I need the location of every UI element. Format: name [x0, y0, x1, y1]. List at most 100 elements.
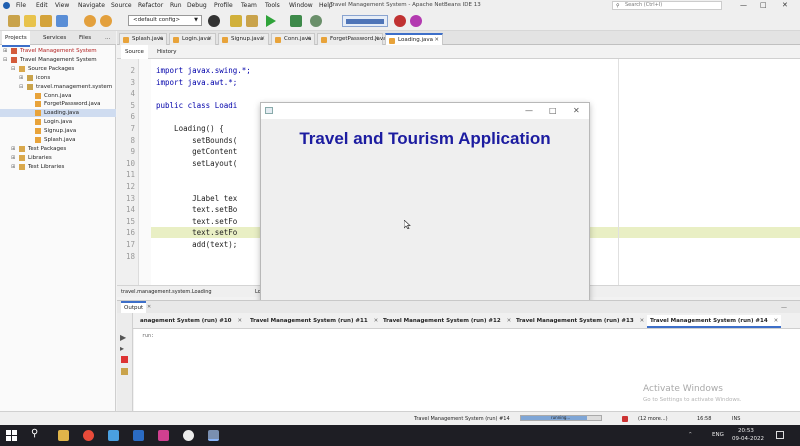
menu-team[interactable]: Team	[241, 0, 257, 11]
new-project-icon[interactable]	[8, 15, 20, 27]
save-all-icon[interactable]	[56, 15, 68, 27]
build-icon[interactable]	[230, 15, 242, 27]
tree-item[interactable]: Signup.java	[0, 127, 116, 135]
output-run-tab[interactable]: Travel Management System (run) #12 ✕	[380, 315, 514, 328]
tree-item[interactable]: ⊞ Test Libraries	[0, 163, 116, 171]
tree-item[interactable]: ⊟ Source Packages	[0, 65, 116, 73]
collapse-icon[interactable]: ⊟	[3, 56, 7, 64]
menu-tools[interactable]: Tools	[265, 0, 280, 11]
close-tab-icon[interactable]: ✕	[238, 318, 243, 324]
menu-window[interactable]: Window	[289, 0, 313, 11]
search-icon[interactable]: ⚲	[31, 428, 38, 439]
close-tab-icon[interactable]: ✕	[374, 34, 379, 45]
app-window-titlebar[interactable]: — □ ✕	[261, 103, 589, 119]
open-project-icon[interactable]	[40, 15, 52, 27]
app-icon[interactable]	[158, 430, 169, 441]
netbeans-taskbar-icon[interactable]	[208, 430, 219, 441]
config-select[interactable]: <default config> ▼	[128, 15, 202, 26]
expand-icon[interactable]: ⊞	[11, 163, 15, 171]
menu-refactor[interactable]: Refactor	[138, 0, 163, 11]
clean-build-icon[interactable]	[246, 15, 258, 27]
app-window[interactable]: — □ ✕ Travel and Tourism Application	[260, 102, 590, 307]
profile-icon[interactable]	[310, 15, 322, 27]
status-more-tasks[interactable]: (12 more...)	[638, 412, 668, 426]
source-tab[interactable]: Source	[121, 45, 148, 59]
tab-projects[interactable]: Projects	[2, 31, 30, 47]
tree-item[interactable]: Splash.java	[0, 136, 116, 144]
output-run-tab[interactable]: Travel Management System (run) #13 ✕	[513, 315, 647, 328]
app-icon[interactable]	[133, 430, 144, 441]
app-icon[interactable]	[108, 430, 119, 441]
tree-item[interactable]: ⊞ Travel Management System	[0, 47, 116, 55]
tab-output[interactable]: Output	[121, 301, 147, 313]
rerun-parameters-icon[interactable]: ▸	[120, 344, 124, 353]
collapse-icon[interactable]: ⊟	[19, 83, 23, 91]
windows-start-icon[interactable]	[6, 430, 17, 441]
collapse-icon[interactable]: ⊟	[11, 65, 15, 73]
menu-source[interactable]: Source	[111, 0, 132, 11]
stop-icon[interactable]	[121, 356, 128, 363]
expand-icon[interactable]: ⊞	[11, 145, 15, 153]
tree-item[interactable]: Login.java	[0, 118, 116, 126]
close-tab-icon[interactable]: ✕	[774, 318, 779, 324]
tree-item[interactable]: ForgetPassword.java	[0, 100, 116, 108]
tab-splash-java[interactable]: Splash.java ✕	[119, 33, 167, 45]
target-icon[interactable]	[208, 15, 220, 27]
tree-item[interactable]: Loading.java	[0, 109, 116, 118]
menu-view[interactable]: View	[55, 0, 69, 11]
maximize-icon[interactable]: □	[760, 0, 767, 11]
menu-run[interactable]: Run	[170, 0, 182, 11]
tab-signup-java[interactable]: Signup.java ✕	[218, 33, 269, 45]
close-tab-icon[interactable]: ✕	[507, 318, 512, 324]
language-indicator[interactable]: ENG	[712, 425, 724, 446]
memory-graph-icon[interactable]	[342, 15, 388, 27]
tab-forgetpassword-java[interactable]: ForgetPassword.java ✕	[317, 33, 387, 45]
close-tab-icon[interactable]: ✕	[640, 318, 645, 324]
tree-item[interactable]: ⊟ Travel Management System	[0, 56, 116, 64]
breadcrumb-class[interactable]: travel.management.system.Loading	[121, 286, 212, 298]
tab-loading-java[interactable]: Loading.java ✕	[385, 33, 443, 45]
pause-icon[interactable]	[410, 15, 422, 27]
undo-icon[interactable]	[84, 15, 96, 27]
menu-navigate[interactable]: Navigate	[78, 0, 105, 11]
status-task[interactable]: Travel Management System (run) #14	[414, 412, 510, 426]
close-tab-icon[interactable]: ✕	[158, 34, 163, 45]
tab-login-java[interactable]: Login.java ✕	[169, 33, 216, 45]
new-file-icon[interactable]	[24, 15, 36, 27]
close-tab-icon[interactable]: ✕	[207, 34, 212, 45]
tree-item[interactable]: Conn.java	[0, 92, 116, 100]
app-close-button[interactable]: ✕	[573, 104, 580, 118]
output-run-tab[interactable]: Travel Management System (run) #11 ✕	[247, 315, 381, 328]
app-maximize-button[interactable]: □	[549, 104, 557, 118]
tree-item[interactable]: ⊟ travel.management.system	[0, 83, 116, 91]
minimize-icon[interactable]: —	[740, 0, 747, 11]
tab-conn-java[interactable]: Conn.java ✕	[271, 33, 315, 45]
close-tab-icon[interactable]: ✕	[374, 318, 379, 324]
tab-files[interactable]: Files	[76, 31, 94, 45]
chrome-icon[interactable]	[83, 430, 94, 441]
file-explorer-icon[interactable]	[58, 430, 69, 441]
tree-item[interactable]: ⊞ icons	[0, 74, 116, 82]
menu-profile[interactable]: Profile	[214, 0, 233, 11]
rerun-icon[interactable]: ▶	[120, 333, 126, 342]
history-tab[interactable]: History	[153, 45, 181, 59]
menu-edit[interactable]: Edit	[36, 0, 48, 11]
expand-icon[interactable]: ⊞	[19, 74, 23, 82]
tray-chevron-icon[interactable]: ⌃	[688, 425, 693, 446]
settings-icon[interactable]	[121, 368, 128, 375]
expand-icon[interactable]: ⊞	[3, 47, 7, 55]
redo-icon[interactable]	[100, 15, 112, 27]
close-icon[interactable]: ✕	[782, 0, 788, 11]
cancel-task-icon[interactable]	[622, 416, 628, 422]
debug-icon[interactable]	[290, 15, 302, 27]
close-tab-icon[interactable]: ✕	[260, 34, 265, 45]
app-minimize-button[interactable]: —	[525, 104, 533, 118]
run-icon[interactable]	[266, 15, 276, 27]
clock-date[interactable]: 09-04-2022	[732, 429, 764, 446]
menu-debug[interactable]: Debug	[187, 0, 207, 11]
expand-icon[interactable]: ⊞	[11, 154, 15, 162]
tree-item[interactable]: ⊞ Test Packages	[0, 145, 116, 153]
app-icon[interactable]	[183, 430, 194, 441]
search-box[interactable]: ⚲ Search (Ctrl+I)	[612, 1, 722, 10]
close-tab-icon[interactable]: ✕	[306, 34, 311, 45]
